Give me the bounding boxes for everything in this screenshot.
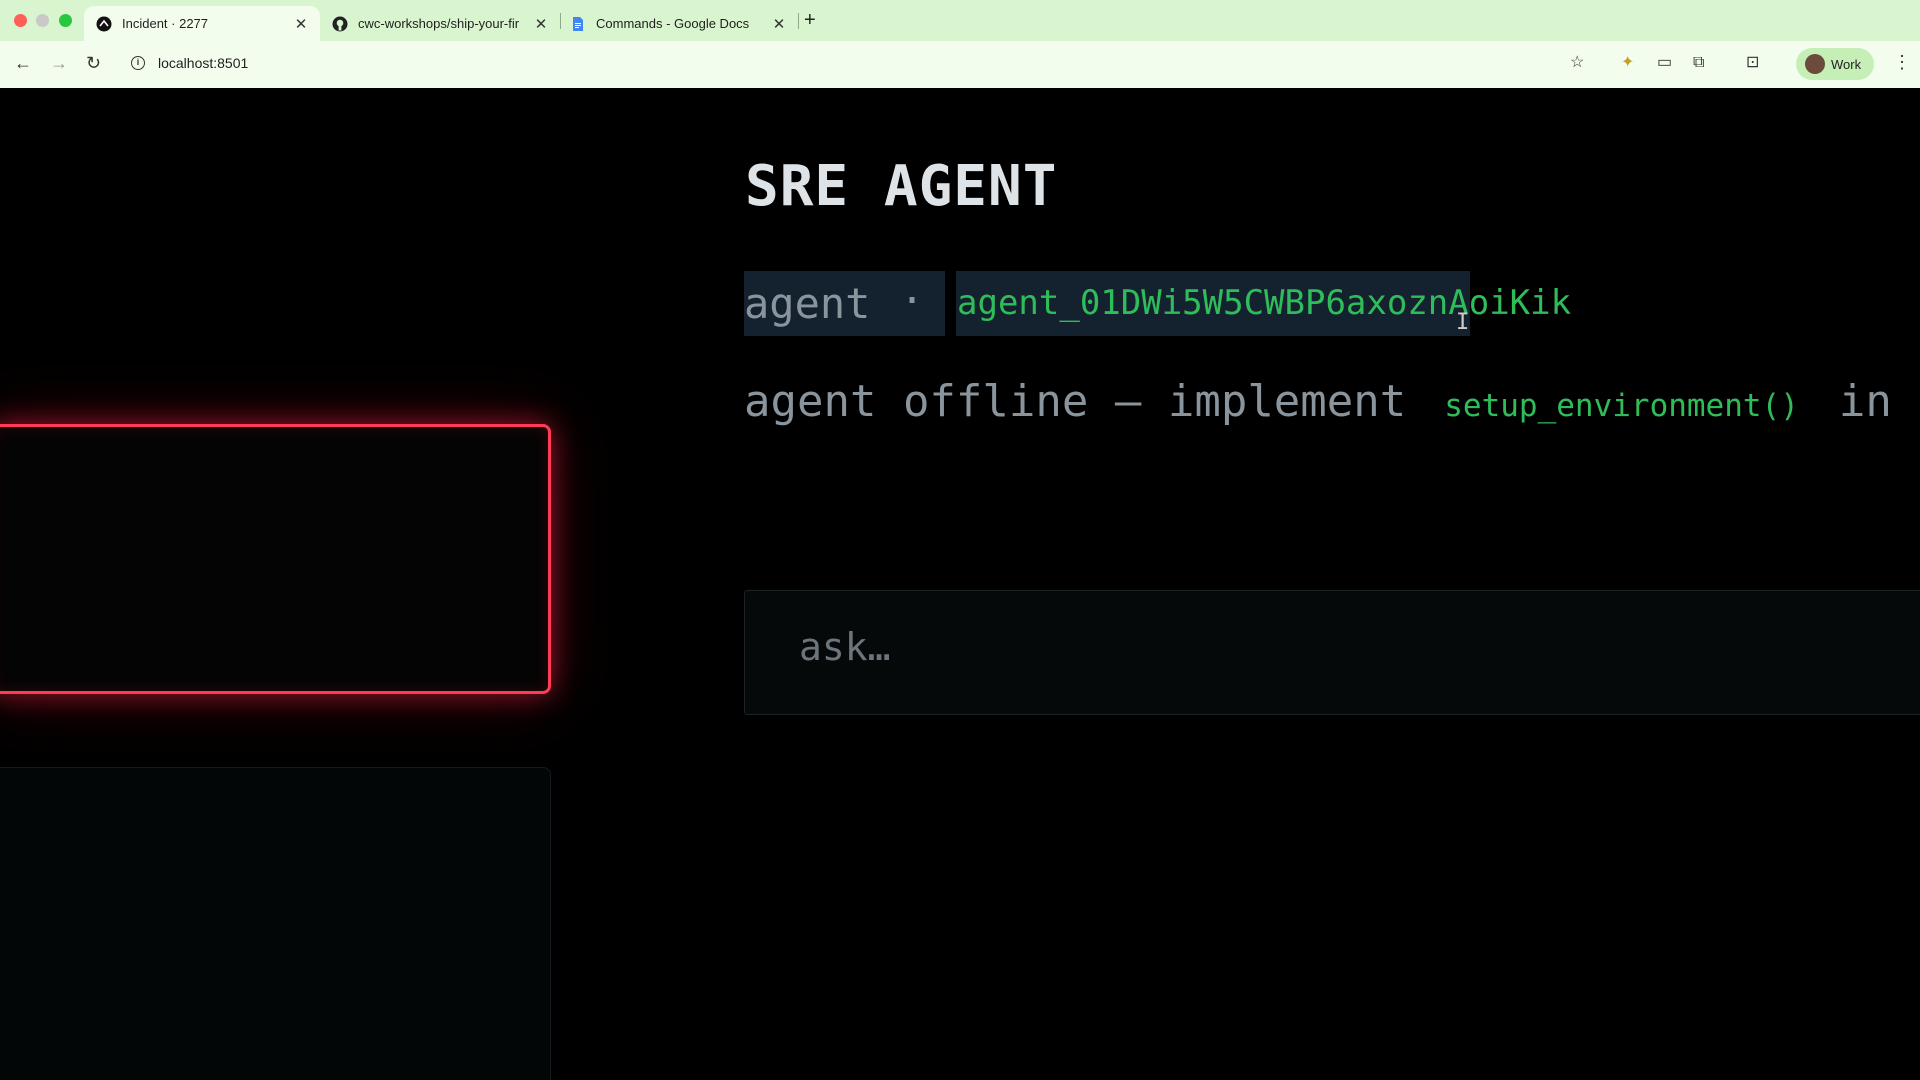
address-bar[interactable]: localhost:8501 (158, 55, 248, 71)
new-tab-button[interactable]: + (804, 9, 816, 32)
tab-search-icon[interactable]: ⊡ (1746, 53, 1759, 73)
extension-icon[interactable]: ✦ (1621, 53, 1634, 73)
avatar (1805, 54, 1825, 74)
status-text: agent offline — implement (744, 376, 1407, 427)
tab-title: cwc-workshops/ship-your-fir (358, 16, 520, 31)
close-tab-icon[interactable]: ✕ (530, 15, 552, 33)
bookmark-star-icon[interactable]: ☆ (1570, 53, 1584, 73)
agent-status-message: agent offline — implement setup_environm… (744, 376, 1920, 436)
agent-separator: · (900, 278, 925, 324)
google-docs-icon (573, 16, 583, 31)
alert-panel (0, 424, 551, 694)
forward-arrow-icon[interactable]: → (50, 52, 68, 74)
extensions-puzzle-icon[interactable]: ⧉ (1693, 53, 1704, 73)
ask-input[interactable] (799, 619, 1799, 675)
cast-icon[interactable]: ▭ (1657, 53, 1672, 73)
info-panel (0, 767, 551, 1080)
tab-strip: Incident · 2277 ✕ cwc-workshops/ship-you… (0, 0, 1920, 41)
app-page: SRE AGENT agent · agent_01DWi5W5CWBP6axo… (0, 88, 1920, 1080)
close-tab-icon[interactable]: ✕ (768, 15, 790, 33)
more-menu-icon[interactable]: ⋮ (1893, 52, 1911, 73)
tab-incident[interactable]: Incident · 2277 ✕ (84, 6, 320, 41)
reload-icon[interactable]: ↻ (86, 52, 101, 74)
profile-label: Work (1831, 56, 1862, 72)
page-title: SRE AGENT (745, 154, 1058, 219)
text-cursor-icon: I (1456, 310, 1470, 335)
status-text-in: in (1838, 376, 1892, 427)
close-tab-icon[interactable]: ✕ (290, 15, 312, 33)
github-icon (332, 16, 348, 31)
ask-box[interactable] (744, 590, 1920, 715)
tab-github[interactable]: cwc-workshops/ship-your-fir ✕ (320, 6, 560, 41)
close-window-button[interactable] (14, 14, 27, 27)
site-info-icon[interactable]: i (131, 56, 145, 70)
function-name-code: setup_environment() (1444, 388, 1799, 424)
tab-google-docs[interactable]: Commands - Google Docs ✕ (558, 6, 798, 41)
minimize-window-button[interactable] (36, 14, 49, 27)
maximize-window-button[interactable] (59, 14, 72, 27)
tab-title: Commands - Google Docs (596, 16, 750, 31)
back-arrow-icon[interactable]: ← (14, 52, 32, 74)
agent-id[interactable]: agent_01DWi5W5CWBP6axoznAoiKik (957, 278, 1571, 328)
profile-button[interactable]: Work (1796, 48, 1874, 80)
tab-divider (798, 13, 799, 29)
app-logo-icon (96, 16, 112, 31)
tab-title: Incident · 2277 (122, 16, 209, 31)
